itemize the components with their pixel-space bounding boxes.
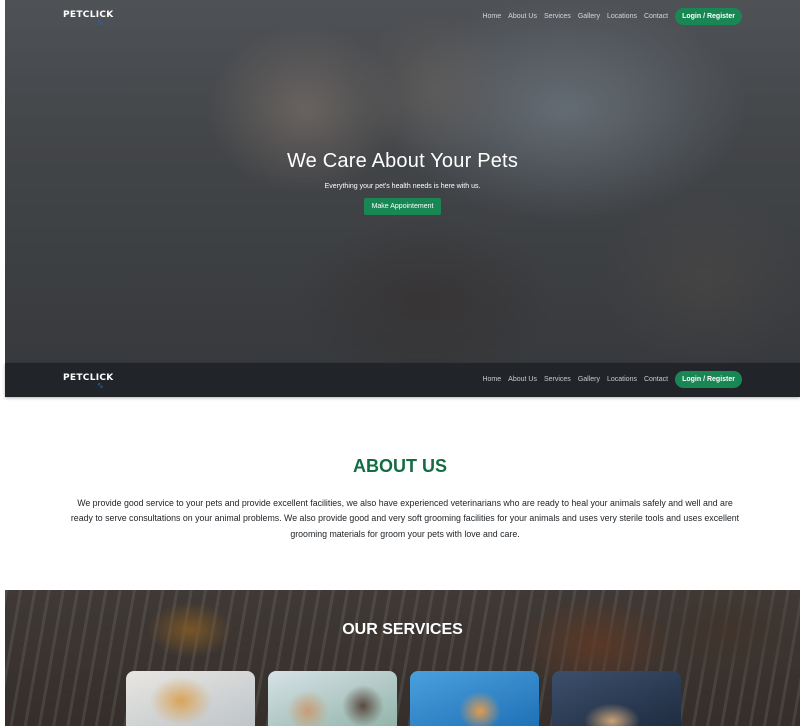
- service-card-surgery[interactable]: pet-surgery-image: [552, 671, 681, 726]
- nav-link-home[interactable]: Home: [482, 13, 501, 20]
- nav-link-services[interactable]: Services: [544, 13, 571, 20]
- make-appointment-button[interactable]: Make Appointement: [363, 198, 442, 215]
- paw-icon: 🐾: [97, 20, 104, 26]
- nav-link-gallery[interactable]: Gallery: [578, 376, 600, 383]
- logo-text: PETCLICK: [63, 10, 114, 20]
- service-card-checkup[interactable]: vet-checkup-image: [268, 671, 397, 726]
- pet-surgery-image: pet-surgery-image: [552, 671, 553, 672]
- logo-text: PETCLICK: [63, 373, 114, 383]
- services-title: OUR SERVICES: [342, 621, 463, 638]
- nav-link-about-us[interactable]: About Us: [508, 376, 537, 383]
- about-text: We provide good service to your pets and…: [70, 497, 740, 539]
- hero-subtitle: Everything your pet's health needs is he…: [324, 183, 481, 190]
- nav-link-gallery[interactable]: Gallery: [578, 13, 600, 20]
- nav-link-contact[interactable]: Contact: [644, 376, 668, 383]
- service-card-vaccination[interactable]: kitten-vaccination-image: [410, 671, 539, 726]
- hero-section: We Care About Your Pets Everything your …: [5, 0, 800, 363]
- nav-menu: Home About Us Services Gallery Locations…: [482, 371, 742, 388]
- hero-content: We Care About Your Pets Everything your …: [5, 150, 800, 215]
- brand-logo[interactable]: PETCLICK 🐾: [63, 373, 114, 389]
- nav-link-locations[interactable]: Locations: [607, 13, 637, 20]
- nav-link-about-us[interactable]: About Us: [508, 13, 537, 20]
- about-title: ABOUT US: [353, 455, 447, 476]
- nav-link-contact[interactable]: Contact: [644, 13, 668, 20]
- services-cards: dog-grooming-image vet-checkup-image kit…: [126, 671, 681, 726]
- dog-grooming-image: dog-grooming-image: [126, 671, 127, 672]
- nav-link-services[interactable]: Services: [544, 376, 571, 383]
- service-card-grooming[interactable]: dog-grooming-image: [126, 671, 255, 726]
- hero-navbar: PETCLICK 🐾 Home About Us Services Galler…: [5, 0, 800, 34]
- nav-link-locations[interactable]: Locations: [607, 376, 637, 383]
- kitten-vaccination-image: kitten-vaccination-image: [410, 671, 411, 672]
- hero-title: We Care About Your Pets: [286, 150, 519, 172]
- sticky-navbar: PETCLICK 🐾 Home About Us Services Galler…: [5, 363, 800, 397]
- services-section: OUR SERVICES dog-grooming-image vet-chec…: [5, 590, 800, 726]
- paw-icon: 🐾: [97, 383, 104, 389]
- nav-menu: Home About Us Services Gallery Locations…: [482, 8, 742, 25]
- login-register-button[interactable]: Login / Register: [675, 8, 742, 25]
- brand-logo[interactable]: PETCLICK 🐾: [63, 10, 114, 26]
- login-register-button[interactable]: Login / Register: [675, 371, 742, 388]
- vet-checkup-image: vet-checkup-image: [268, 671, 269, 672]
- nav-link-home[interactable]: Home: [482, 376, 501, 383]
